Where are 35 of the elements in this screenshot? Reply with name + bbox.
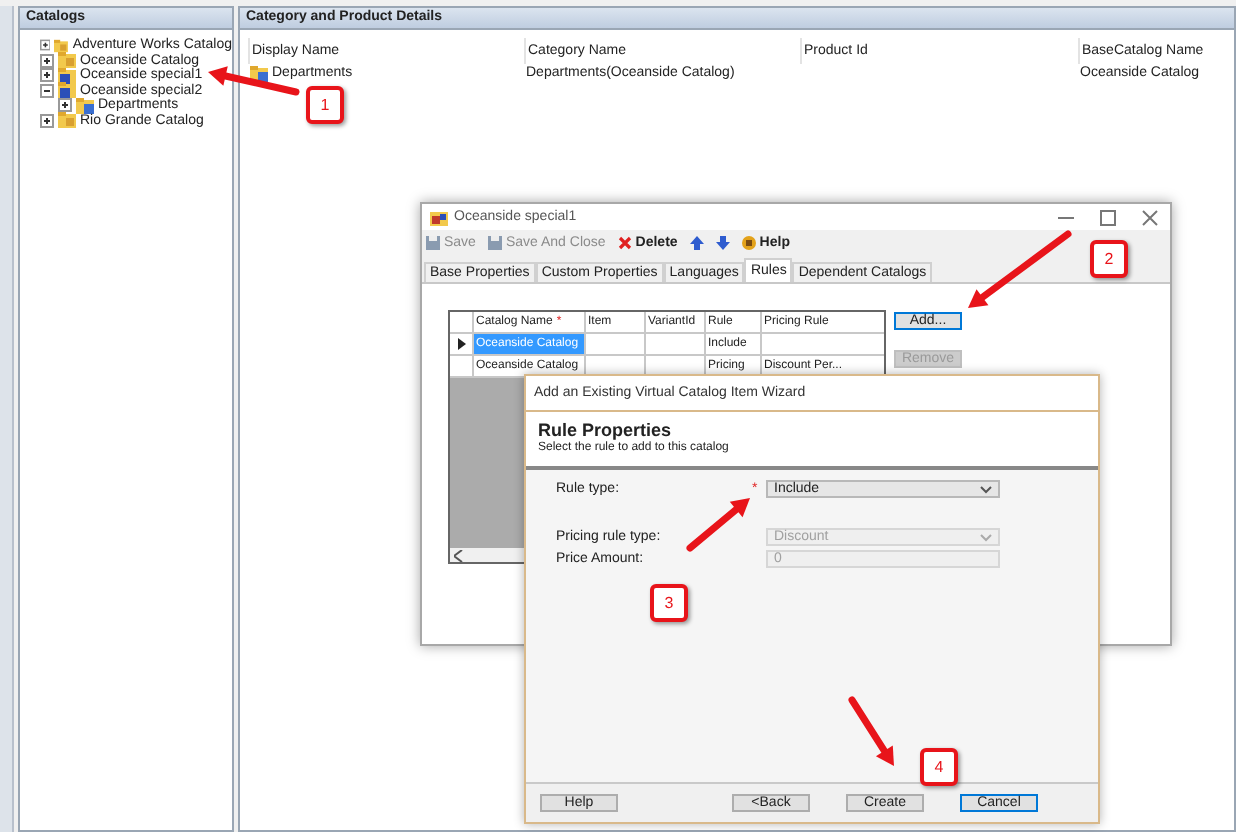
help-icon	[741, 236, 756, 250]
arrow-down-icon	[715, 236, 730, 250]
expander-icon[interactable]	[40, 68, 54, 83]
step-number: 3	[650, 584, 688, 622]
folder-icon	[58, 112, 76, 129]
close-icon[interactable]	[1142, 209, 1158, 225]
step-number: 4	[920, 748, 958, 786]
folder-icon	[58, 82, 76, 99]
window-icon	[430, 209, 448, 225]
folder-icon	[58, 52, 76, 69]
expander-icon[interactable]	[40, 83, 54, 98]
arrow	[848, 696, 894, 766]
row-pointer-icon	[458, 338, 466, 350]
folder-icon	[58, 67, 76, 84]
step-number: 2	[1090, 240, 1128, 278]
scroll-left-icon	[454, 549, 464, 561]
maximize-icon[interactable]	[1100, 209, 1116, 225]
expander-icon[interactable]	[40, 53, 54, 68]
expander-icon[interactable]	[40, 38, 51, 53]
delete-icon	[617, 236, 632, 250]
arrow-up-icon	[689, 236, 704, 250]
toolbar-button[interactable]	[713, 234, 732, 252]
expander-icon[interactable]	[58, 98, 72, 113]
step-number: 1	[306, 86, 344, 124]
toolbar-button[interactable]	[687, 234, 706, 252]
folder-icon	[250, 65, 268, 81]
folder-icon	[76, 97, 94, 114]
save-icon	[426, 236, 440, 250]
expander-icon[interactable]	[40, 113, 54, 128]
save-icon	[487, 236, 502, 250]
arrow	[968, 230, 1072, 308]
arrow	[686, 498, 750, 552]
chevron-down-icon	[980, 485, 992, 493]
chevron-down-icon	[980, 533, 992, 541]
heading: Rule Properties	[538, 420, 674, 441]
